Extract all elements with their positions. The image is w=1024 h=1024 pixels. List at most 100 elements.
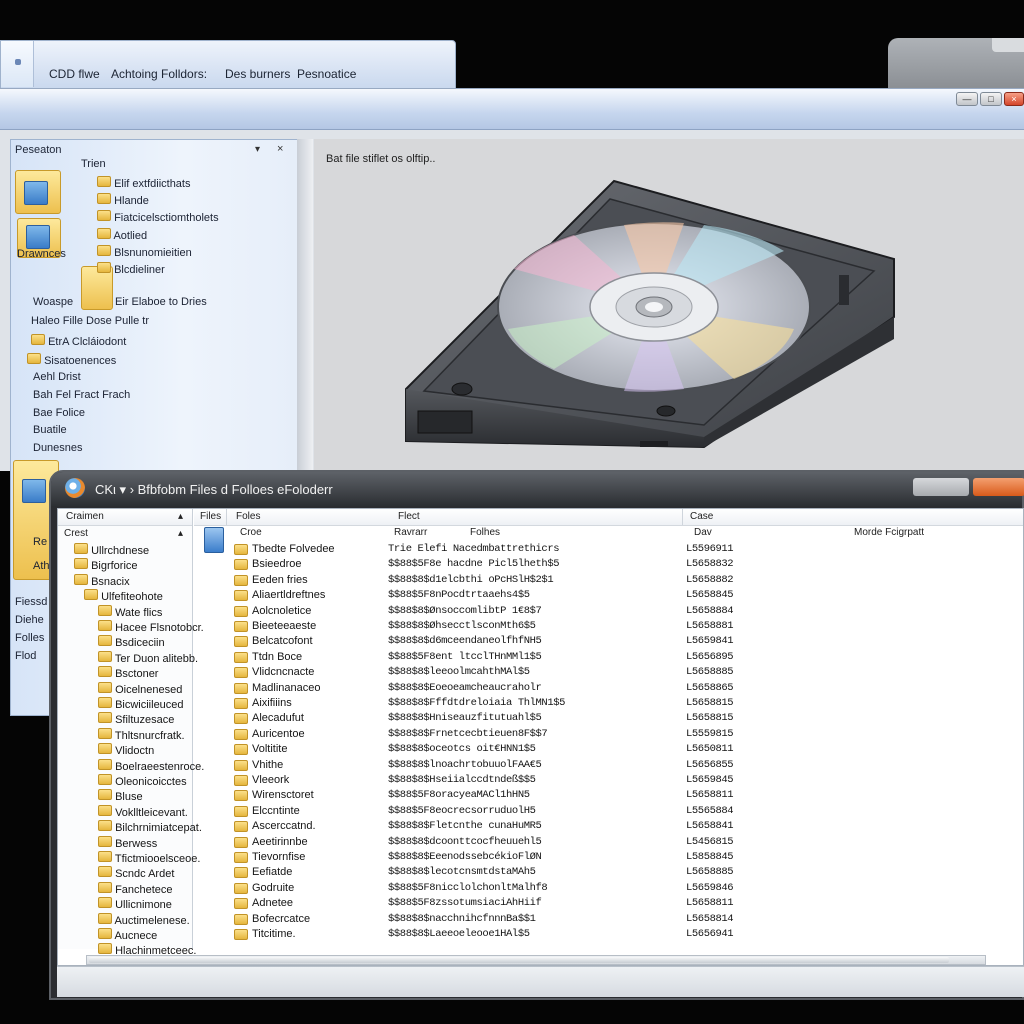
tree-item[interactable]: Bsnacix — [74, 573, 130, 588]
tree-item[interactable]: Bicwiciileuced — [98, 697, 184, 711]
close-button[interactable]: × — [1004, 92, 1024, 106]
column-header-files[interactable]: Files — [200, 511, 221, 522]
table-row[interactable]: Belcatcofont $$88$8$d6mceendaneolfhfNH5 L5… — [194, 635, 1023, 649]
tree-item[interactable]: Bsctoner — [98, 666, 158, 680]
table-row[interactable]: Aixifiiins $$88$8$Fffdtdreloiaia ThlMN1$5… — [194, 697, 1023, 711]
column-divider[interactable] — [682, 509, 683, 525]
table-row[interactable]: Voltitite $$88$8$oceotcs oit€HNN1$5 L56508… — [194, 743, 1023, 757]
nav-item[interactable]: Eir Elaboe to Dries — [115, 296, 207, 308]
tree-item[interactable]: Aucnece — [98, 928, 157, 942]
ghost-caption-button[interactable] — [992, 38, 1024, 52]
close-button[interactable] — [973, 478, 1024, 496]
table-row[interactable]: Tbedte Folvedee Trie Elefi Nacedmbattreth… — [194, 543, 1023, 557]
nav-item-drawnces[interactable]: Drawnces — [17, 248, 66, 260]
tree-item[interactable]: Berwess — [98, 835, 157, 850]
table-row[interactable]: Bieeteeaeste $$88$8$ØhsecctlsconMth6$5 L56… — [194, 620, 1023, 634]
tree-item[interactable]: Ullrchdnese — [74, 543, 149, 557]
tree-item[interactable]: Ulfefiteohote — [84, 589, 163, 603]
tab-archiving-folders[interactable]: Achtoing Folldors: — [111, 67, 207, 81]
nav-item[interactable]: Blcdieliner — [97, 262, 165, 276]
tree-item[interactable]: Tfictmiooelsceoe. — [98, 851, 200, 865]
nav-item[interactable]: Elif extfdiicthats — [97, 176, 190, 190]
table-row[interactable]: Elccntinte $$88$5F8eocrecsorruduolH5 L5565… — [194, 805, 1023, 819]
nav-item[interactable]: Re — [33, 536, 47, 548]
table-row[interactable]: Wirensctoret $$88$5F8oracyeaMACl1hHN5 L565… — [194, 789, 1023, 803]
tree-item[interactable]: Bluse — [98, 789, 143, 803]
table-row[interactable]: Vhithe $$88$8$lnoachrtobuuolFAA€5 L5656855 — [194, 759, 1023, 773]
table-row[interactable]: Adnetee $$88$5F8zssotumsiaciAhHiif L565881… — [194, 897, 1023, 911]
nav-item[interactable]: Bah Fel Fract Frach — [33, 389, 130, 401]
subheader-type[interactable]: Ravrarr — [394, 527, 427, 538]
tree-item[interactable]: Scndc Ardet — [98, 866, 174, 880]
table-row[interactable]: Tievornfise $$88$8$EeenodssebcékioFlØN L58… — [194, 851, 1023, 865]
collapse-arrow-icon[interactable]: ▾ — [255, 144, 260, 155]
nav-item[interactable]: Folles — [15, 632, 44, 644]
tree-item[interactable]: Bilchrnimiatcepat. — [98, 820, 202, 834]
nav-item[interactable]: Aehl Drist — [33, 371, 81, 383]
close-pane-icon[interactable]: × — [277, 143, 283, 155]
table-row[interactable]: Bsieedroe $$88$5F8e hacdne Picl5lheth$5 L5… — [194, 558, 1023, 572]
tree-item[interactable]: Voklltleicevant. — [98, 804, 188, 819]
table-row[interactable]: Madlinanaceo $$88$8$Eoeoeamcheaucraholr L5… — [194, 682, 1023, 696]
table-row[interactable]: Aeetirinnbe $$88$8$dcoonttcocfheuuehl5 L54… — [194, 836, 1023, 850]
table-row[interactable]: Ascerccatnd. $$88$8$Fletcnthe cunaHuMR5 L5… — [194, 820, 1023, 834]
table-row[interactable]: Auricentoe $$88$8$Frnetcecbtieuen8F$$7 L55… — [194, 728, 1023, 742]
tree-item[interactable]: Hacee Flsnotobcr. — [98, 620, 204, 634]
tree-item[interactable]: Ullicnimone — [98, 897, 172, 911]
subheader-folders[interactable]: Folhes — [470, 527, 500, 538]
nav-item[interactable]: Ath — [33, 560, 50, 572]
tree-item[interactable]: Ter Duon alitebb. — [98, 650, 198, 665]
scrollbar-thumb[interactable] — [89, 957, 949, 963]
nav-item[interactable]: Fiatcicelsctiomtholets — [97, 210, 219, 224]
minimize-button[interactable] — [913, 478, 969, 496]
nav-item[interactable]: Fiessd — [15, 596, 47, 608]
table-row[interactable]: Alecadufut $$88$8$Hniseauzfitutuahl$5 L565… — [194, 712, 1023, 726]
nav-item[interactable]: Dunesnes — [33, 442, 83, 454]
nav-item[interactable]: Blsnunomieitien — [97, 245, 192, 259]
tab-cd-drive[interactable]: CDD flwe — [49, 67, 100, 81]
tab-strip-handle[interactable] — [1, 41, 34, 87]
tree-item[interactable]: Bigrforice — [74, 558, 138, 572]
column-header-flect[interactable]: Flect — [398, 511, 420, 522]
maximize-button[interactable]: □ — [980, 92, 1002, 106]
minimize-button[interactable]: — — [956, 92, 978, 106]
subheader-date[interactable]: Dav — [694, 527, 712, 538]
horizontal-scrollbar[interactable] — [86, 955, 986, 965]
table-row[interactable]: Aolcnoletice $$88$8$ØnsoccomlibtP 1€8$7 L5… — [194, 605, 1023, 619]
nav-item[interactable]: Hlande — [97, 193, 149, 207]
tab-preferences[interactable]: Pesnoatice — [297, 67, 356, 81]
nav-item[interactable]: Haleo Fille Dose Pulle tr — [31, 315, 149, 327]
subheader-extra[interactable]: Morde Fcigrpatt — [854, 527, 924, 538]
column-header-case[interactable]: Case — [690, 511, 713, 522]
table-row[interactable]: Bofecrcatce $$88$8$nacchnihcfnnnBa$$1 L565… — [194, 913, 1023, 927]
tree-item[interactable]: Boelraeestenroce. — [98, 758, 204, 773]
tree-item[interactable]: Thltsnurcfratk. — [98, 727, 185, 742]
nav-item[interactable]: Buatile — [33, 424, 67, 436]
nav-item[interactable]: Bae Folice — [33, 407, 85, 419]
tree-item[interactable]: Fanchetece — [98, 881, 173, 896]
tree-item[interactable]: Wate flics — [98, 604, 162, 619]
subheader-name[interactable]: Croe — [240, 527, 262, 538]
front-titlebar[interactable]: CKι ▾ › Bfbfobm Files d Folloes eFoloder… — [51, 472, 1024, 506]
table-row[interactable]: Ttdn Boce $$88$5F8ent ltcclTHnMMl1$5 L5656… — [194, 651, 1023, 665]
table-row[interactable]: Titcitime. $$88$8$Laeeoeleooe1HAl$5 L56569… — [194, 928, 1023, 942]
column-header-foles[interactable]: Foles — [236, 511, 260, 522]
table-row[interactable]: Eefiatde $$88$8$lecotcnsmtdstaMAh5 L565888… — [194, 866, 1023, 880]
table-row[interactable]: Aliaertldreftnes $$88$5F8nPocdtrtaaehs4$5… — [194, 589, 1023, 603]
folder-large-icon[interactable] — [15, 170, 61, 214]
tree-item[interactable]: Auctimelenese. — [98, 912, 190, 927]
table-row[interactable]: Godruite $$88$5F8nicclolchonltMalhf8 L5659… — [194, 882, 1023, 896]
nav-item[interactable]: Woaspe — [33, 296, 73, 308]
table-row[interactable]: Vlidcncnacte $$88$8$leeoolmcahthMAl$5 L565… — [194, 666, 1023, 680]
nav-item[interactable]: Diehe — [15, 614, 44, 626]
table-row[interactable]: Vleeork $$88$8$Hseiialccdtndeß$$5 L5659845 — [194, 774, 1023, 788]
nav-item[interactable]: Trien — [81, 158, 106, 170]
tree-item[interactable]: Oicelnenesed — [98, 681, 182, 696]
nav-item[interactable]: Flod — [15, 650, 36, 662]
tree-item[interactable]: Sfiltuzesace — [98, 712, 174, 726]
nav-item[interactable]: EtrA Clcláiodont — [31, 334, 126, 348]
tab-disc-burners[interactable]: Des burners — [225, 67, 290, 81]
sort-arrow-icon[interactable]: ▴ — [178, 528, 183, 539]
nav-item[interactable]: Aotlied — [97, 228, 147, 242]
tree-item[interactable]: Oleonicoicctes — [98, 774, 187, 788]
